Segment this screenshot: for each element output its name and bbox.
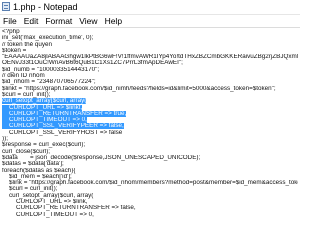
code-lines: <?php ini_set('max_execution_time', 0);//… [2, 29, 298, 218]
code-line-text: CURLOPT_SSL_VERIFYPEER => false, [2, 123, 124, 130]
code-line-text: CURLOPT_RETURNTRANSFER => true, [2, 110, 127, 117]
code-line-text: CURLOPT_SSL_VERIFYHOST => false [2, 129, 123, 136]
code-line-text: $linkt = "https://graph.facebook.com/$id… [2, 85, 276, 92]
code-line-text: <?php [2, 29, 20, 35]
menu-view[interactable]: View [79, 15, 97, 27]
menu-format[interactable]: Format [45, 15, 72, 27]
title-bar[interactable]: 1.php - Notepad [0, 0, 300, 15]
notepad-window: 1.php - Notepad File Edit Format View He… [0, 0, 300, 220]
code-line-text: CURLOPT_RETURNTRANSFER => false, [2, 205, 136, 212]
code-line-text: $curl = curl_init(); [2, 91, 51, 98]
code-line-text: "EAAAAUaZA8jlABAAGhgw1lkPtBG6wF!V!1ffmvA… [2, 54, 298, 61]
code-line-text: $response = curl_exec($curl); [2, 142, 86, 149]
menu-edit[interactable]: Edit [24, 15, 39, 27]
code-line-text: CURLOPT_URL => $linkt, [2, 104, 83, 111]
code-line-text: OENvJ33t1OuC!WnAvB6t6QuB1C1Xs1ZC7PrrL3fm… [2, 60, 183, 67]
code-line-text: curl_setopt_array($curl, array( [2, 98, 87, 105]
code-line: CURLOPT_TIMEOUT => 0, [2, 212, 298, 218]
code-line-text: ini_set('max_execution_time', 0); [2, 35, 94, 42]
code-line-text: $data = json_decode($response,JSON_UNESC… [2, 154, 201, 161]
code-line-text: foreach($datas as $each){ [2, 167, 76, 174]
text-editor-area[interactable]: <?php ini_set('max_execution_time', 0);//… [0, 29, 300, 220]
code-line-text: curl_setopt_array($curl, array( [2, 192, 94, 199]
notepad-icon [2, 2, 10, 11]
code-line-text: CURLOPT_TIMEOUT => 0, [2, 117, 87, 124]
menu-bar: File Edit Format View Help [0, 15, 300, 28]
code-line-text: $datas = $data['data']; [2, 161, 64, 168]
code-line-text: $link = "https://graph.facebook.com/$id_… [8, 180, 298, 187]
code-line-text: $id_mem = $each['id']; [2, 173, 72, 180]
code-line-text: curl_close($curl); [2, 148, 50, 155]
code-line-text: // token thẻ quyền [2, 41, 53, 48]
code-line-text: // điền ID nhóm [2, 73, 45, 80]
menu-help[interactable]: Help [105, 15, 122, 27]
menu-file[interactable]: File [3, 15, 17, 27]
code-line-text: $id_nhom = "234870706577224"; [2, 79, 96, 86]
code-line-text: $curl = curl_init(); [2, 186, 58, 193]
code-line-text: CURLOPT_TIMEOUT => 0, [2, 211, 94, 218]
code-line-text: )); [2, 136, 8, 143]
code-line-text: $id_numb = "1000033514443170"; [2, 66, 100, 73]
window-title: 1.php - Notepad [13, 2, 78, 12]
code-line-text: $token = [2, 47, 27, 54]
code-line-text: CURLOPT_URL => $link, [2, 199, 88, 206]
